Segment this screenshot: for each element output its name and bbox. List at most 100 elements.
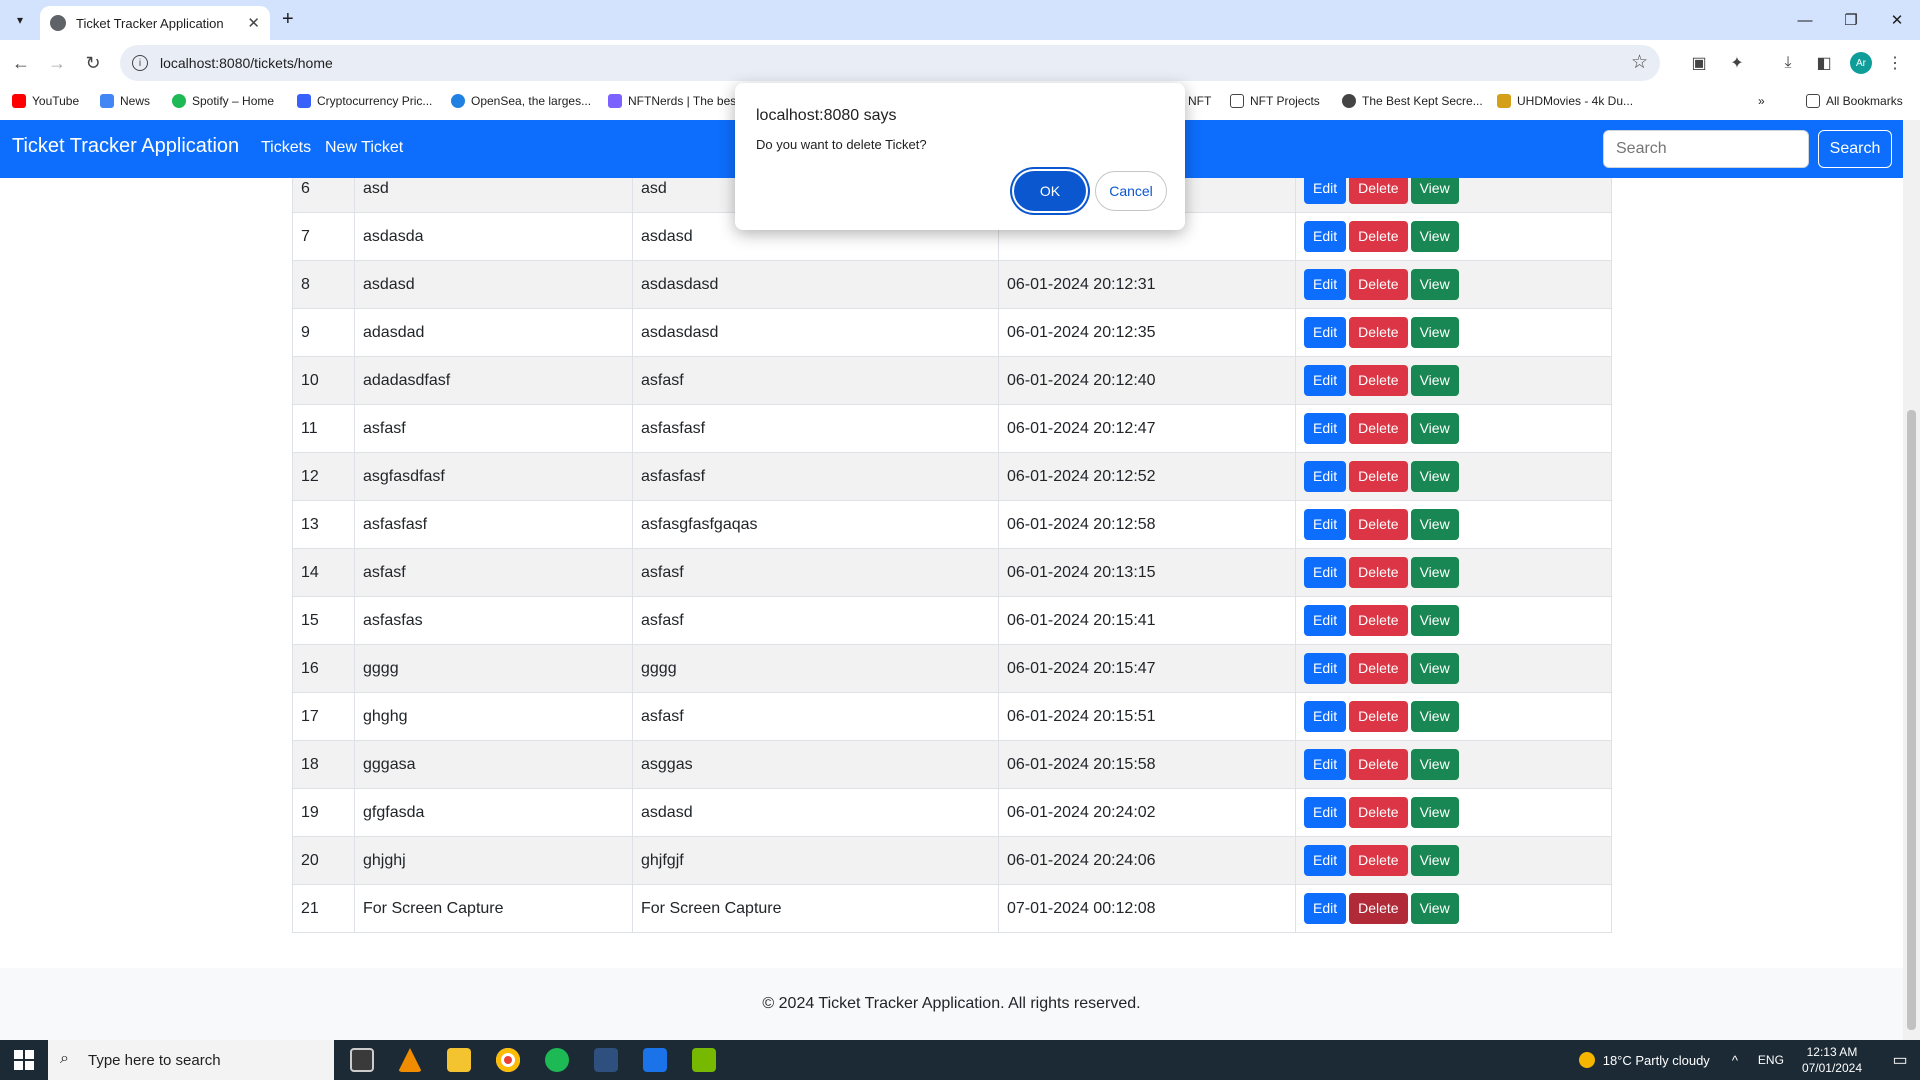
all-bookmarks[interactable]: All Bookmarks (1806, 94, 1903, 108)
edit-button[interactable]: Edit (1304, 605, 1347, 636)
edit-button[interactable]: Edit (1304, 509, 1347, 540)
cancel-button[interactable]: Cancel (1095, 171, 1167, 211)
edit-button[interactable]: Edit (1304, 701, 1347, 732)
notification-icon[interactable]: ▭ (1880, 1050, 1920, 1070)
delete-button[interactable]: Delete (1349, 461, 1408, 492)
edit-button[interactable]: Edit (1304, 178, 1347, 204)
view-button[interactable]: View (1410, 461, 1459, 492)
edit-button[interactable]: Edit (1304, 653, 1347, 684)
page-scrollbar[interactable] (1903, 120, 1920, 1040)
view-button[interactable]: View (1410, 317, 1459, 348)
language-indicator[interactable]: ENG (1758, 1053, 1784, 1067)
delete-button[interactable]: Delete (1349, 557, 1408, 588)
spotify-taskbar-icon[interactable] (545, 1048, 569, 1072)
intellij-icon[interactable] (643, 1048, 667, 1072)
edit-button[interactable]: Edit (1304, 413, 1347, 444)
browser-tab[interactable]: Ticket Tracker Application ✕ (40, 6, 270, 40)
more-bookmarks-icon[interactable]: » (1758, 94, 1765, 108)
close-window-icon[interactable]: ✕ (1874, 0, 1920, 40)
delete-button[interactable]: Delete (1349, 749, 1408, 780)
view-button[interactable]: View (1410, 557, 1459, 588)
view-button[interactable]: View (1410, 653, 1459, 684)
bookmark-uhdmovies[interactable]: UHDMovies - 4k Du... (1497, 94, 1633, 108)
new-tab-icon[interactable]: + (282, 8, 294, 31)
address-bar[interactable]: i localhost:8080/tickets/home ☆ (120, 45, 1660, 81)
navbar-brand[interactable]: Ticket Tracker Application (12, 135, 239, 158)
view-button[interactable]: View (1410, 413, 1459, 444)
weather-widget[interactable]: 18°C Partly cloudy (1578, 1052, 1710, 1068)
app-icon[interactable] (594, 1048, 618, 1072)
bookmark-youtube[interactable]: YouTube (12, 94, 79, 108)
delete-button[interactable]: Delete (1349, 269, 1408, 300)
profile-avatar[interactable]: Ar (1850, 52, 1872, 74)
bookmark-opensea[interactable]: OpenSea, the larges... (451, 94, 591, 108)
download-icon[interactable]: ⤓ (1777, 52, 1799, 74)
windows-start-icon[interactable] (14, 1050, 34, 1070)
vlc-icon[interactable] (398, 1048, 422, 1072)
delete-button[interactable]: Delete (1349, 653, 1408, 684)
delete-button[interactable]: Delete (1349, 845, 1408, 876)
delete-button[interactable]: Delete (1349, 605, 1408, 636)
bookmark-best-kept[interactable]: The Best Kept Secre... (1342, 94, 1483, 108)
delete-button[interactable]: Delete (1349, 221, 1408, 252)
bookmark-spotify[interactable]: Spotify – Home (172, 94, 274, 108)
delete-button[interactable]: Delete (1349, 365, 1408, 396)
bookmark-nft[interactable]: NFT (1188, 94, 1211, 108)
scrollbar-thumb[interactable] (1907, 410, 1916, 1030)
delete-button[interactable]: Delete (1349, 413, 1408, 444)
view-button[interactable]: View (1410, 269, 1459, 300)
edit-button[interactable]: Edit (1304, 893, 1347, 924)
view-button[interactable]: View (1410, 893, 1459, 924)
minimize-icon[interactable]: — (1782, 0, 1828, 40)
edit-button[interactable]: Edit (1304, 797, 1347, 828)
side-panel-icon[interactable]: ◧ (1813, 52, 1835, 74)
bookmark-crypto[interactable]: Cryptocurrency Pric... (297, 94, 432, 108)
edit-button[interactable]: Edit (1304, 221, 1347, 252)
delete-button[interactable]: Delete (1349, 178, 1408, 204)
view-button[interactable]: View (1410, 797, 1459, 828)
menu-kebab-icon[interactable]: ⋮ (1884, 52, 1906, 74)
bookmark-star-icon[interactable]: ☆ (1631, 51, 1648, 74)
edit-button[interactable]: Edit (1304, 269, 1347, 300)
search-input[interactable] (1603, 130, 1809, 168)
search-button[interactable]: Search (1818, 130, 1892, 168)
forward-arrow-icon[interactable]: → (44, 50, 70, 76)
nvidia-icon[interactable] (692, 1048, 716, 1072)
view-button[interactable]: View (1410, 605, 1459, 636)
restore-icon[interactable]: ❐ (1828, 0, 1874, 40)
task-view-icon[interactable] (350, 1048, 374, 1072)
close-tab-icon[interactable]: ✕ (247, 14, 260, 32)
edit-button[interactable]: Edit (1304, 557, 1347, 588)
edit-button[interactable]: Edit (1304, 461, 1347, 492)
delete-button[interactable]: Delete (1349, 701, 1408, 732)
view-button[interactable]: View (1410, 845, 1459, 876)
view-button[interactable]: View (1410, 509, 1459, 540)
file-explorer-icon[interactable] (447, 1048, 471, 1072)
back-arrow-icon[interactable]: ← (8, 50, 34, 76)
delete-button[interactable]: Delete (1349, 509, 1408, 540)
clock[interactable]: 12:13 AM 07/01/2024 (1802, 1044, 1862, 1076)
tab-list-chevron-icon[interactable]: ▾ (8, 8, 32, 32)
extension-icon[interactable]: ▣ (1688, 52, 1710, 74)
view-button[interactable]: View (1410, 221, 1459, 252)
chrome-icon[interactable] (496, 1048, 520, 1072)
taskbar-search[interactable]: ⌕ Type here to search (48, 1040, 334, 1080)
view-button[interactable]: View (1410, 749, 1459, 780)
edit-button[interactable]: Edit (1304, 845, 1347, 876)
view-button[interactable]: View (1410, 365, 1459, 396)
delete-button[interactable]: Delete (1349, 797, 1408, 828)
delete-button[interactable]: Delete (1349, 317, 1408, 348)
bookmark-nftnerds[interactable]: NFTNerds | The bes... (608, 94, 746, 108)
puzzle-extensions-icon[interactable]: ✦ (1726, 52, 1748, 74)
reload-icon[interactable]: ↻ (80, 50, 106, 76)
edit-button[interactable]: Edit (1304, 749, 1347, 780)
tray-chevron-icon[interactable]: ^ (1732, 1053, 1738, 1068)
nav-link-tickets[interactable]: Tickets (261, 139, 311, 157)
delete-button[interactable]: Delete (1349, 893, 1408, 924)
ok-button[interactable]: OK (1014, 171, 1086, 211)
nav-link-new-ticket[interactable]: New Ticket (325, 139, 403, 157)
view-button[interactable]: View (1410, 178, 1459, 204)
site-info-icon[interactable]: i (132, 55, 148, 71)
bookmark-nft-projects[interactable]: NFT Projects (1230, 94, 1320, 108)
edit-button[interactable]: Edit (1304, 317, 1347, 348)
